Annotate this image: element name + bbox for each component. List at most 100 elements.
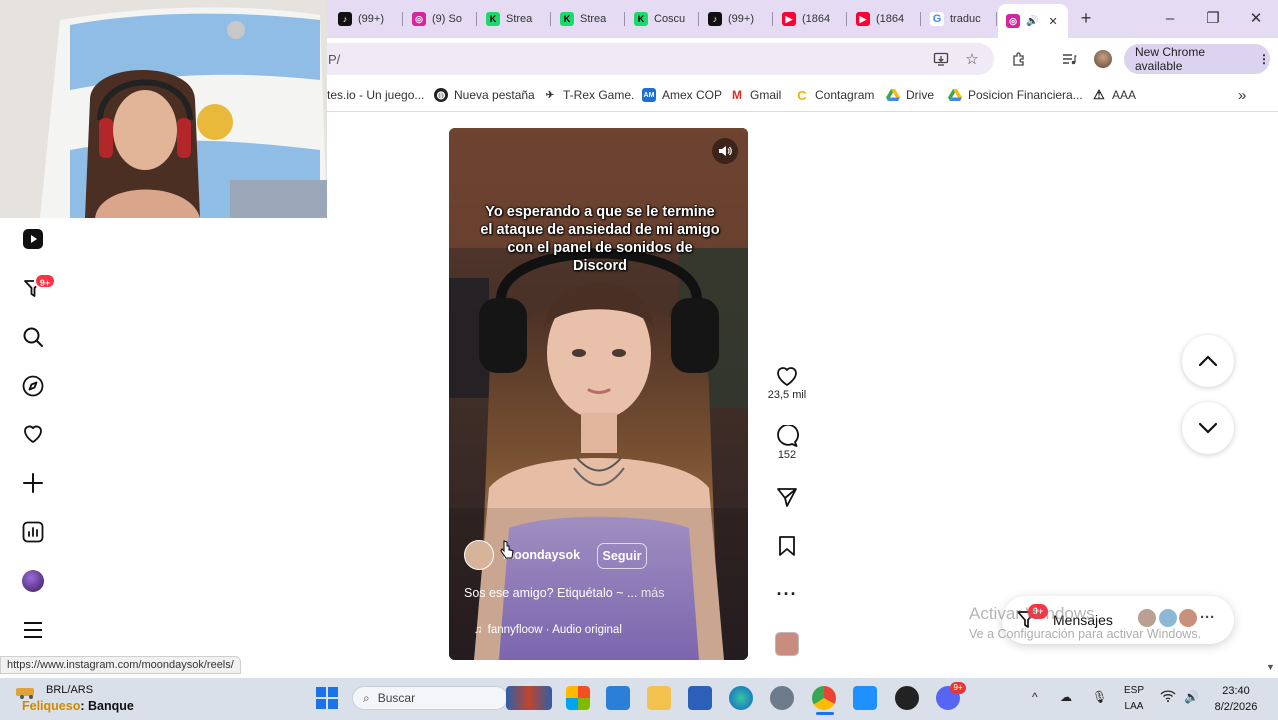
profile-avatar-icon[interactable] — [20, 568, 46, 594]
copilot-icon[interactable] — [566, 686, 590, 710]
speaker-icon[interactable]: 🔊 — [1184, 690, 1199, 704]
tab-separator — [772, 12, 773, 26]
tab-close-icon[interactable]: ✕ — [1048, 15, 1057, 28]
notifications-badge: 9+ — [34, 273, 56, 289]
maximize-button[interactable]: ❐ — [1201, 8, 1225, 30]
widget-image-icon[interactable] — [506, 686, 552, 710]
create-plus-icon[interactable] — [20, 470, 46, 496]
tab-title: Strea — [580, 13, 607, 25]
save-action[interactable] — [772, 535, 802, 557]
bookmark-icon[interactable] — [777, 535, 797, 557]
browser-tab[interactable]: K Coscu — [626, 6, 696, 32]
next-reel-button[interactable] — [1182, 402, 1234, 454]
settings-gear-icon[interactable] — [770, 686, 794, 710]
tab-audio-icon[interactable]: 🔊 — [1026, 16, 1038, 27]
search-icon[interactable] — [20, 324, 46, 350]
heart-icon[interactable] — [20, 421, 46, 447]
close-window-button[interactable]: ✕ — [1244, 8, 1268, 30]
reels-logo-icon[interactable] — [20, 226, 46, 252]
like-action[interactable]: 23,5 mil — [768, 365, 806, 401]
volume-icon[interactable] — [712, 138, 738, 164]
stock-widget-icon[interactable] — [6, 686, 40, 700]
tab-separator — [402, 12, 403, 26]
bookmark-star-icon[interactable]: ☆ — [961, 48, 983, 70]
cloud-icon[interactable]: ☁ — [1060, 690, 1072, 704]
edge-icon[interactable] — [729, 686, 753, 710]
previous-reel-button[interactable] — [1182, 335, 1234, 387]
install-app-icon[interactable] — [930, 48, 952, 70]
browser-tab[interactable]: ▶ (1864 — [774, 6, 844, 32]
new-chrome-available-button[interactable]: New Chrome available ⋮ — [1124, 44, 1270, 74]
more-options-icon[interactable]: ··· — [772, 584, 802, 605]
extensions-icon[interactable] — [1008, 48, 1030, 70]
tab-separator — [996, 12, 997, 26]
store-icon[interactable] — [688, 686, 712, 710]
bookmark-item[interactable]: ⚠ AAA — [1092, 86, 1136, 104]
bookmark-item[interactable]: M Gmail — [730, 86, 781, 104]
media-queue-icon[interactable] — [1058, 48, 1080, 70]
message-avatar — [1157, 607, 1179, 629]
messages-more-icon[interactable]: ··· — [1200, 609, 1215, 626]
browser-tab[interactable]: ◎ (9) So — [404, 6, 474, 32]
kick-icon: K — [634, 12, 648, 26]
tab-title: (99+) — [728, 13, 754, 25]
share-action[interactable] — [772, 486, 802, 508]
tab-separator — [846, 12, 847, 26]
windows-start-icon[interactable] — [316, 687, 338, 712]
menu-hamburger-icon[interactable] — [20, 617, 46, 643]
bookmark-item[interactable]: tes.io - Un juego... — [327, 86, 424, 104]
app-f-icon[interactable] — [853, 686, 877, 710]
language-indicator[interactable]: ESP LAA — [1120, 683, 1148, 715]
bookmark-item[interactable]: Posicion Financiera... — [948, 86, 1083, 104]
minimize-button[interactable]: – — [1158, 8, 1182, 30]
ticker-headline[interactable]: Feliqueso: Banque — [22, 699, 134, 713]
author-avatar[interactable] — [464, 540, 494, 570]
scroll-down-arrow[interactable]: ▼ — [1266, 662, 1275, 672]
browser-tab[interactable]: ◎ 🔊 ✕ — [998, 4, 1068, 38]
system-clock[interactable]: 23:40 8/2/2026 — [1214, 683, 1258, 715]
follow-button[interactable]: Seguir — [597, 543, 647, 569]
microphone-icon[interactable]: 🎙 — [1092, 690, 1107, 704]
browser-tab[interactable]: ▶ (1864 — [848, 6, 918, 32]
tab-separator — [920, 12, 921, 26]
address-bar[interactable] — [300, 43, 994, 75]
bookmark-item[interactable]: Drive — [886, 86, 934, 104]
windows-taskbar — [0, 678, 1278, 720]
address-text: P/ — [328, 52, 341, 67]
file-explorer-icon[interactable] — [647, 686, 671, 710]
explore-compass-icon[interactable] — [20, 373, 46, 399]
browser-tab[interactable]: ♪ (99+) — [330, 6, 400, 32]
audio-attribution[interactable]: ♫ fannyfloow · Audio original — [474, 624, 622, 636]
browser-tab[interactable]: K Strea — [552, 6, 622, 32]
browser-tab[interactable]: ♪ (99+) — [700, 6, 770, 32]
comment-bubble-icon[interactable] — [775, 425, 799, 447]
profile-avatar[interactable] — [1092, 48, 1114, 70]
bookmark-item[interactable]: ✈ T-Rex Game. — [543, 86, 635, 104]
bookmark-item[interactable]: C Contagram — [795, 86, 874, 104]
browser-tab[interactable]: K Strea — [478, 6, 548, 32]
browser-tab[interactable]: Gtraduc — [922, 6, 994, 32]
tray-expand-icon[interactable]: ^ — [1032, 690, 1038, 704]
dashboard-chart-icon[interactable] — [20, 519, 46, 545]
author-username[interactable]: moondaysok — [503, 548, 580, 562]
bookmark-item[interactable]: AM Amex COP — [642, 86, 722, 104]
new-chrome-label: New Chrome available — [1135, 45, 1206, 73]
drive-icon — [886, 88, 900, 102]
more-link[interactable]: más — [641, 586, 665, 600]
bookmarks-overflow-button[interactable]: » — [1238, 86, 1246, 104]
audio-thumbnail[interactable] — [775, 632, 799, 656]
webcam-overlay — [0, 0, 327, 218]
tab-title: (1864 — [876, 13, 905, 25]
share-paper-plane-icon[interactable] — [776, 486, 798, 508]
taskbar-search[interactable]: ⌕ Buscar — [352, 686, 508, 710]
chrome-icon[interactable] — [812, 686, 836, 710]
app-record-icon[interactable] — [895, 686, 919, 710]
comment-action[interactable]: 152 — [772, 425, 802, 461]
outlook-icon[interactable] — [606, 686, 630, 710]
music-note-icon: ♫ — [474, 624, 483, 636]
like-heart-icon[interactable] — [775, 365, 799, 387]
new-tab-button[interactable]: + — [1076, 8, 1096, 28]
wifi-icon[interactable] — [1160, 690, 1176, 705]
bookmark-item[interactable]: ◍ Nueva pestaña — [434, 86, 535, 104]
ticker-pair[interactable]: BRL/ARS — [46, 684, 93, 696]
